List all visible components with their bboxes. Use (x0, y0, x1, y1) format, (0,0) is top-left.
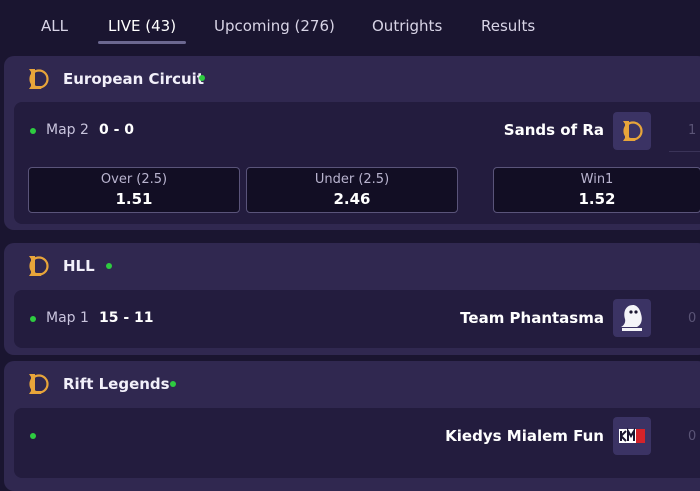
league-card-rift-legends: Rift Legends Kiedys Mialem Fun 0 (4, 361, 700, 491)
tab-outrights[interactable]: Outrights (372, 17, 442, 35)
live-indicator-icon (199, 75, 205, 81)
team-logo (613, 299, 651, 337)
right-score: 0 (688, 311, 697, 326)
tab-bar: ALL LIVE (43) Upcoming (276) Outrights R… (0, 0, 700, 52)
match-row[interactable]: Kiedys Mialem Fun 0 (14, 408, 700, 478)
odd-under-button[interactable]: Under (2.5) 2.46 (246, 167, 458, 213)
kmf-team-icon (619, 427, 645, 443)
team-name: Team Phantasma (460, 309, 604, 327)
map-label: Map 2 (46, 122, 89, 138)
team-name: Sands of Ra (503, 121, 604, 139)
league-name: European Circuit (63, 70, 204, 88)
match-score: 0 - 0 (99, 122, 135, 138)
active-tab-indicator (98, 41, 186, 44)
league-card-hll: HLL Map 1 15 - 11 Team Phantasma 0 (4, 243, 700, 355)
odd-label: Win1 (580, 172, 614, 187)
odd-label: Over (2.5) (100, 172, 168, 187)
match-row[interactable]: Map 2 0 - 0 Sands of Ra 1 Over (2.5) 1.5… (14, 102, 700, 224)
tab-live[interactable]: LIVE (43) (108, 17, 176, 35)
live-indicator-icon (30, 128, 36, 134)
league-header[interactable]: Rift Legends (4, 361, 700, 407)
league-of-legends-icon (29, 256, 49, 276)
tab-all[interactable]: ALL (41, 17, 68, 35)
right-score: 0 (688, 429, 697, 444)
odd-win1-button[interactable]: Win1 1.52 (493, 167, 700, 213)
odd-value: 1.52 (578, 190, 616, 208)
team-logo (613, 112, 651, 150)
odd-label: Under (2.5) (314, 172, 390, 187)
odd-over-button[interactable]: Over (2.5) 1.51 (28, 167, 240, 213)
league-card-european-circuit: European Circuit Map 2 0 - 0 Sands of Ra… (4, 56, 700, 230)
team-name: Kiedys Mialem Fun (445, 427, 604, 445)
odd-value: 2.46 (333, 190, 371, 208)
league-of-legends-icon (29, 374, 49, 394)
live-indicator-icon (170, 381, 176, 387)
live-indicator-icon (30, 316, 36, 322)
league-of-legends-icon (623, 121, 643, 141)
league-name: HLL (63, 257, 95, 275)
league-header[interactable]: HLL (4, 243, 700, 289)
league-header[interactable]: European Circuit (4, 56, 700, 102)
map-label: Map 1 (46, 310, 89, 326)
right-score: 1 (688, 123, 697, 138)
tab-results[interactable]: Results (481, 17, 535, 35)
divider (669, 151, 700, 152)
tab-upcoming[interactable]: Upcoming (276) (214, 17, 335, 35)
team-logo (613, 417, 651, 455)
odd-value: 1.51 (115, 190, 153, 208)
league-of-legends-icon (29, 69, 49, 89)
phantom-mascot-icon (621, 305, 642, 331)
live-indicator-icon (30, 433, 36, 439)
live-indicator-icon (106, 263, 112, 269)
match-row[interactable]: Map 1 15 - 11 Team Phantasma 0 (14, 290, 700, 348)
match-score: 15 - 11 (99, 310, 154, 326)
league-name: Rift Legends (63, 375, 170, 393)
